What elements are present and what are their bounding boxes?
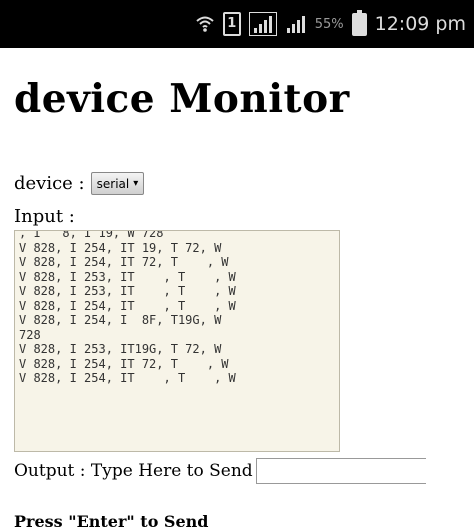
status-bar: 1 55% 12:09 pm	[0, 0, 474, 48]
input-label: Input :	[14, 206, 75, 227]
battery-percent: 55%	[314, 16, 344, 32]
send-input[interactable]	[255, 458, 426, 484]
status-icons: 1 55% 12:09 pm	[195, 9, 466, 38]
log-line: V 828, I 254, IT , T , W	[19, 298, 236, 313]
sim-icon: 1	[222, 12, 241, 36]
page-title: device Monitor	[14, 76, 350, 122]
clock: 12:09 pm	[374, 13, 466, 35]
battery-icon	[351, 9, 367, 36]
log-line: , I 8, I 19, W 728	[19, 230, 164, 240]
log-line: V 828, I 254, IT 72, T , W	[19, 255, 229, 269]
device-select-value: serial	[96, 176, 130, 191]
signal-icon-2	[285, 14, 307, 34]
signal-icon	[248, 12, 277, 36]
log-line: V 828, I 253, IT19G, T 72, W	[19, 342, 222, 356]
chevron-down-icon: ▾	[133, 178, 139, 189]
log-line: V 828, I 253, IT , T , W	[19, 269, 236, 284]
log-line: V 828, I 254, IT 19, T 72, W	[19, 240, 222, 255]
log-line: V 828, I 253, IT , T , W	[19, 284, 236, 298]
output-row: Output : Type Here to Send	[14, 458, 426, 484]
log-line: V 828, I 254, IT , T , W	[19, 371, 236, 385]
log-line: V 828, I 254, IT 72, T , W	[19, 356, 229, 371]
send-hint: Press "Enter" to Send	[14, 512, 209, 531]
serial-log-textarea[interactable]: , I 8, I 19, W 728 V 828, I 254, IT 19, T…	[14, 230, 340, 452]
output-label: Output : Type Here to Send	[14, 461, 253, 481]
device-label: device :	[14, 173, 85, 194]
log-line: 728	[19, 327, 41, 342]
log-line: V 828, I 254, I 8F, T19G, W	[19, 313, 222, 327]
wifi-icon	[195, 14, 215, 34]
device-select[interactable]: serial ▾	[90, 172, 145, 195]
device-row: device : serial ▾	[14, 172, 145, 195]
